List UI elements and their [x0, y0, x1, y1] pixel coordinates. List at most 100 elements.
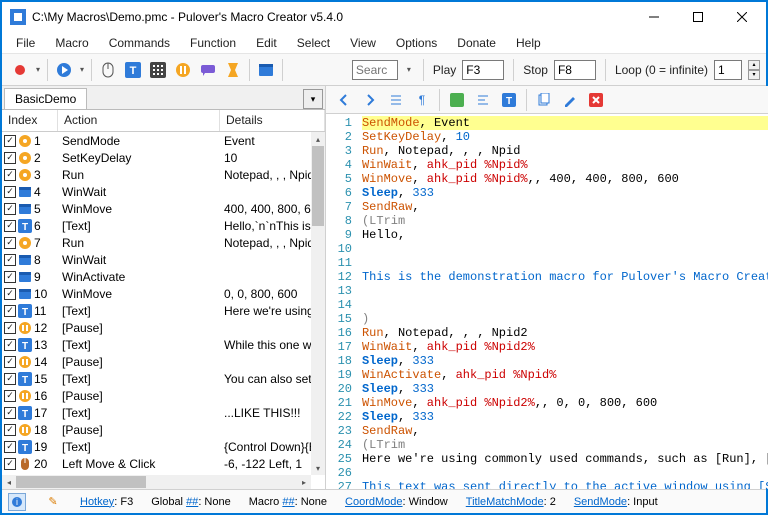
- status-macro: Macro ##: None: [249, 496, 327, 508]
- loop-label: Loop (0 = infinite): [615, 63, 708, 77]
- table-row[interactable]: ✓T19[Text]{Control Down}{En: [2, 438, 325, 455]
- right-icon[interactable]: [358, 88, 382, 112]
- mouse-tool-icon[interactable]: [96, 58, 120, 82]
- col-details[interactable]: Details: [220, 110, 325, 131]
- record-button[interactable]: [8, 58, 32, 82]
- highlight-icon[interactable]: [445, 88, 469, 112]
- table-row[interactable]: ✓1SendModeEvent: [2, 132, 325, 149]
- row-checkbox[interactable]: ✓: [4, 203, 16, 215]
- col-index[interactable]: Index: [2, 110, 58, 131]
- text-tool-icon[interactable]: T: [121, 58, 145, 82]
- grid-tool-icon[interactable]: [146, 58, 170, 82]
- row-checkbox[interactable]: ✓: [4, 305, 16, 317]
- table-row[interactable]: ✓8WinWait: [2, 251, 325, 268]
- code-area[interactable]: SendMode, EventSetKeyDelay, 10Run, Notep…: [358, 114, 768, 489]
- align-icon[interactable]: [471, 88, 495, 112]
- row-checkbox[interactable]: ✓: [4, 441, 16, 453]
- row-checkbox[interactable]: ✓: [4, 271, 16, 283]
- row-checkbox[interactable]: ✓: [4, 339, 16, 351]
- menu-view[interactable]: View: [342, 34, 384, 52]
- row-type-icon: [18, 253, 32, 267]
- table-row[interactable]: ✓5WinMove400, 400, 800, 600: [2, 200, 325, 217]
- menu-donate[interactable]: Donate: [449, 34, 504, 52]
- left-icon[interactable]: [332, 88, 356, 112]
- table-row[interactable]: ✓4WinWait: [2, 183, 325, 200]
- search-dropdown[interactable]: ▾: [404, 65, 414, 74]
- menu-options[interactable]: Options: [388, 34, 445, 52]
- table-row[interactable]: ✓18[Pause]: [2, 421, 325, 438]
- row-details: -6, -122 Left, 1: [220, 457, 325, 471]
- search-field[interactable]: [352, 60, 398, 80]
- delete-icon[interactable]: [584, 88, 608, 112]
- menu-macro[interactable]: Macro: [47, 34, 96, 52]
- play-hotkey-field[interactable]: [462, 60, 504, 80]
- close-button[interactable]: [720, 3, 764, 31]
- macro-tab[interactable]: BasicDemo: [4, 88, 87, 109]
- table-row[interactable]: ✓T13[Text]While this one was: [2, 336, 325, 353]
- row-checkbox[interactable]: ✓: [4, 322, 16, 334]
- minimize-button[interactable]: [632, 3, 676, 31]
- menu-commands[interactable]: Commands: [101, 34, 178, 52]
- copy-icon[interactable]: [532, 88, 556, 112]
- row-checkbox[interactable]: ✓: [4, 424, 16, 436]
- tab-menu-button[interactable]: ▾: [303, 89, 323, 109]
- message-tool-icon[interactable]: [196, 58, 220, 82]
- code-preview-pane: ¶ T 123456789101112131415161718192021222…: [326, 86, 768, 489]
- table-row[interactable]: ✓12[Pause]: [2, 319, 325, 336]
- indent-icon[interactable]: [384, 88, 408, 112]
- svg-text:T: T: [130, 65, 137, 77]
- loop-count-field[interactable]: [714, 60, 742, 80]
- row-checkbox[interactable]: ✓: [4, 254, 16, 266]
- row-checkbox[interactable]: ✓: [4, 373, 16, 385]
- table-row[interactable]: ✓14[Pause]: [2, 353, 325, 370]
- table-row[interactable]: ✓2SetKeyDelay10: [2, 149, 325, 166]
- row-checkbox[interactable]: ✓: [4, 407, 16, 419]
- row-type-icon: [18, 202, 32, 216]
- text-format-icon[interactable]: T: [497, 88, 521, 112]
- info-icon[interactable]: i: [8, 493, 26, 511]
- row-type-icon: [18, 423, 32, 437]
- row-checkbox[interactable]: ✓: [4, 135, 16, 147]
- table-row[interactable]: ✓3RunNotepad, , , Npid: [2, 166, 325, 183]
- edit-status-icon[interactable]: ✎: [44, 493, 62, 511]
- play-button-icon[interactable]: [52, 58, 76, 82]
- vertical-scrollbar[interactable]: ▴ ▾: [311, 132, 325, 475]
- maximize-button[interactable]: [676, 3, 720, 31]
- record-dropdown[interactable]: ▾: [33, 65, 43, 74]
- row-checkbox[interactable]: ✓: [4, 220, 16, 232]
- window-tool-icon[interactable]: [254, 58, 278, 82]
- table-row[interactable]: ✓7RunNotepad, , , Npid2: [2, 234, 325, 251]
- row-checkbox[interactable]: ✓: [4, 186, 16, 198]
- row-details: {Control Down}{En: [220, 440, 325, 454]
- timer-tool-icon[interactable]: [221, 58, 245, 82]
- row-checkbox[interactable]: ✓: [4, 152, 16, 164]
- table-row[interactable]: ✓T15[Text]You can also set th: [2, 370, 325, 387]
- row-checkbox[interactable]: ✓: [4, 288, 16, 300]
- row-index: 12: [34, 321, 47, 335]
- table-row[interactable]: ✓10WinMove0, 0, 800, 600: [2, 285, 325, 302]
- pause-tool-icon[interactable]: [171, 58, 195, 82]
- menu-edit[interactable]: Edit: [248, 34, 285, 52]
- table-row[interactable]: ✓T11[Text]Here we're using c: [2, 302, 325, 319]
- horizontal-scrollbar[interactable]: ◂ ▸: [2, 475, 311, 489]
- row-checkbox[interactable]: ✓: [4, 169, 16, 181]
- table-row[interactable]: ✓9WinActivate: [2, 268, 325, 285]
- play-dropdown[interactable]: ▾: [77, 65, 87, 74]
- row-checkbox[interactable]: ✓: [4, 237, 16, 249]
- menu-function[interactable]: Function: [182, 34, 244, 52]
- menu-select[interactable]: Select: [289, 34, 338, 52]
- menu-file[interactable]: File: [8, 34, 43, 52]
- row-checkbox[interactable]: ✓: [4, 458, 16, 470]
- table-row[interactable]: ✓16[Pause]: [2, 387, 325, 404]
- row-checkbox[interactable]: ✓: [4, 356, 16, 368]
- table-row[interactable]: ✓T17[Text]...LIKE THIS!!!: [2, 404, 325, 421]
- table-row[interactable]: ✓T6[Text]Hello,`n`nThis is th: [2, 217, 325, 234]
- edit-icon[interactable]: [558, 88, 582, 112]
- table-row[interactable]: ✓20Left Move & Click-6, -122 Left, 1: [2, 455, 325, 472]
- loop-spinner[interactable]: ▴▾: [748, 60, 760, 80]
- stop-hotkey-field[interactable]: [554, 60, 596, 80]
- col-action[interactable]: Action: [58, 110, 220, 131]
- row-checkbox[interactable]: ✓: [4, 390, 16, 402]
- menu-help[interactable]: Help: [508, 34, 549, 52]
- pilcrow-icon[interactable]: ¶: [410, 88, 434, 112]
